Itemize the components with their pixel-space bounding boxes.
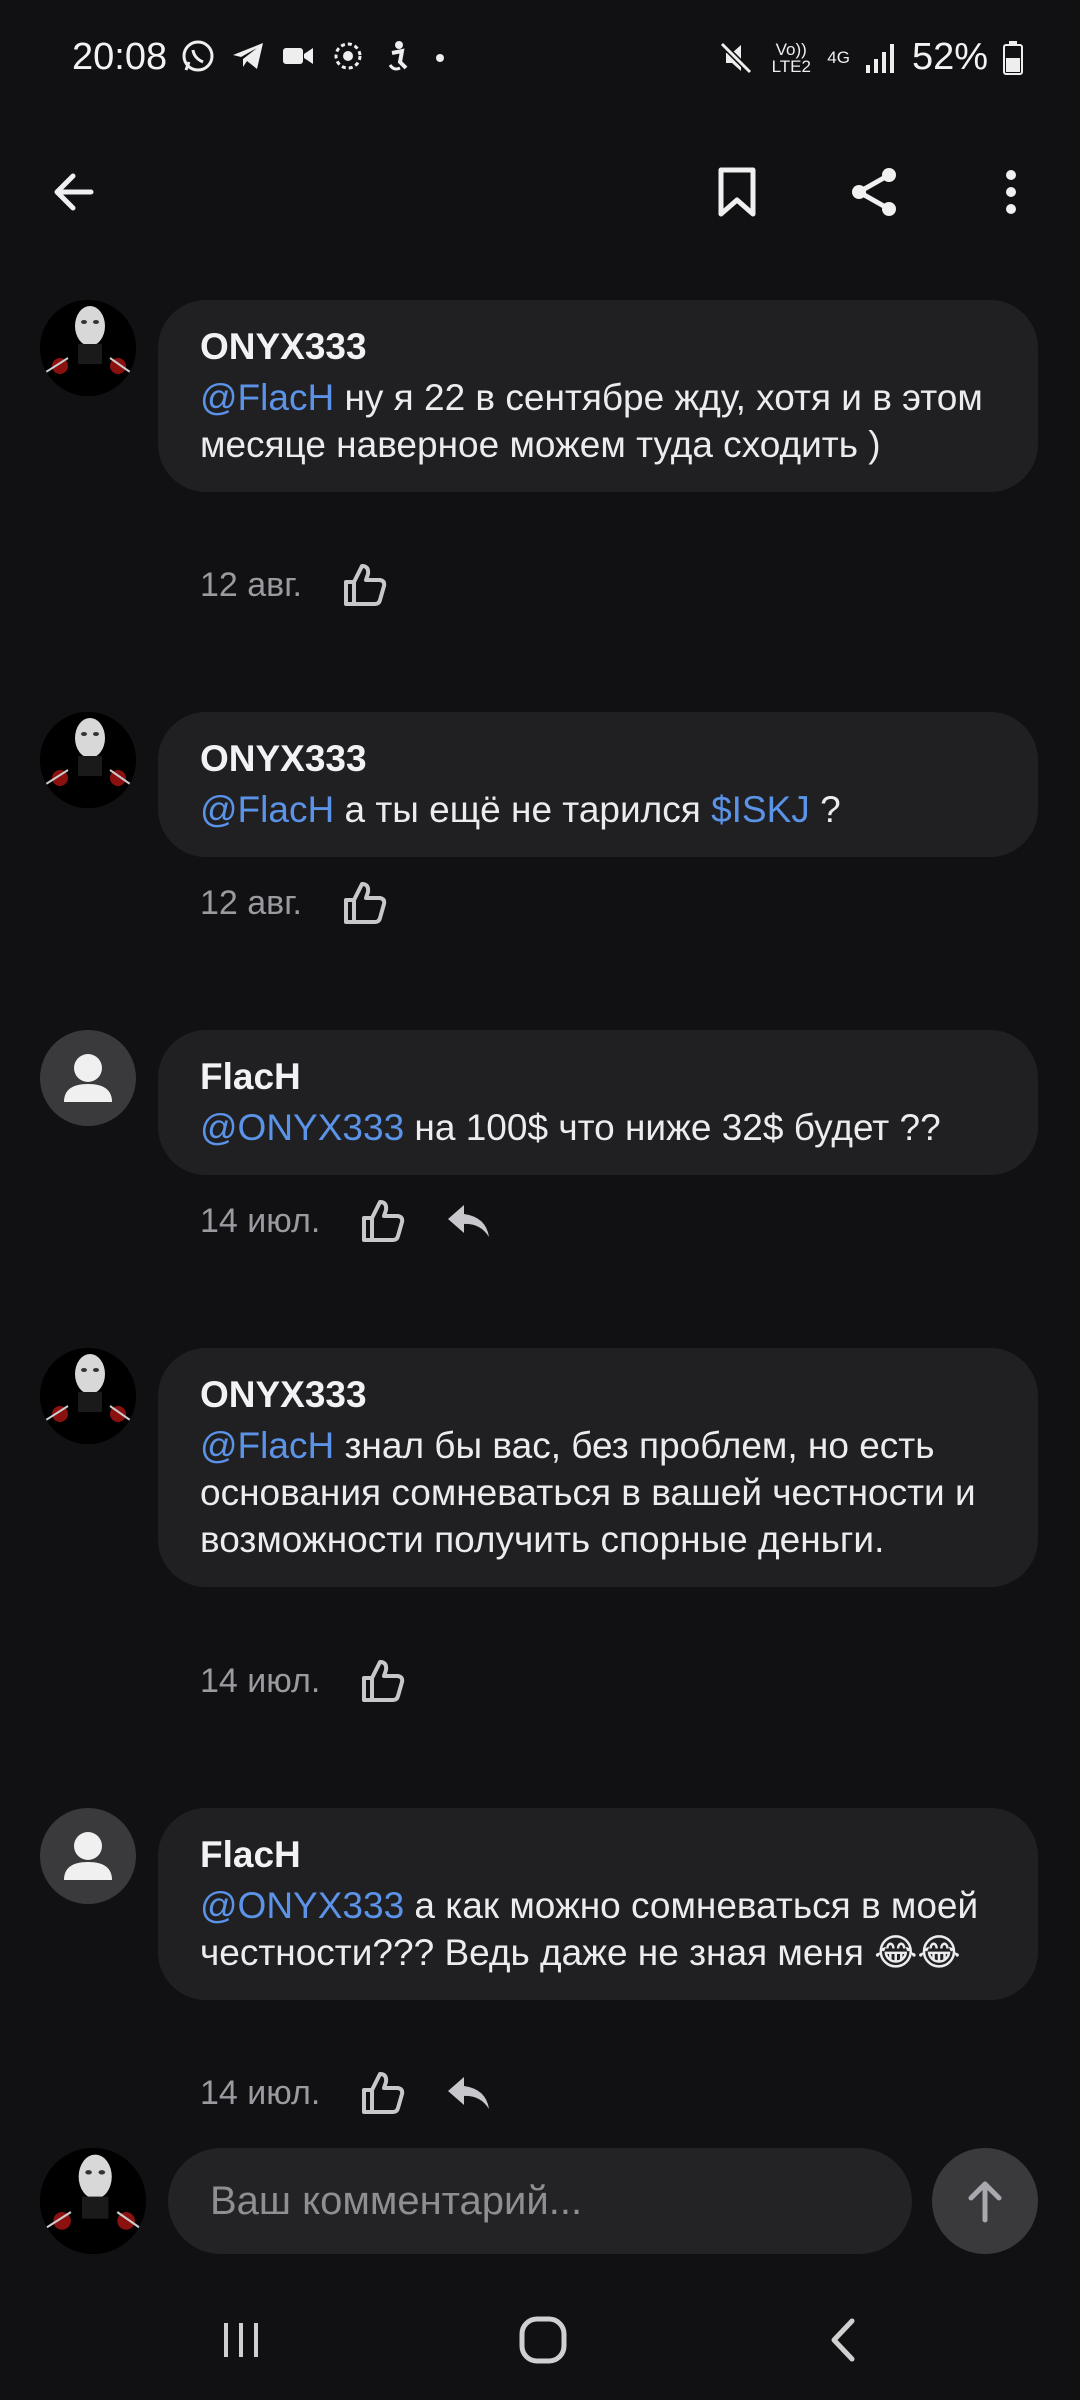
- comment-body: на 100$ что ниже 32$ будет ??: [404, 1107, 941, 1148]
- more-notifications-dot-icon: [436, 54, 444, 62]
- like-button[interactable]: [360, 1658, 406, 1704]
- network-type: 4G: [827, 48, 850, 67]
- chevron-left-icon: [831, 2318, 855, 2362]
- whatsapp-icon: [182, 40, 214, 72]
- comment-date: 14 июл.: [200, 2073, 321, 2112]
- comment-text: @FlacH ну я 22 в сентябре жду, хотя и в …: [200, 374, 996, 468]
- comment-bubble: FlacH @ONYX333 а как можно сомневаться в…: [158, 1808, 1038, 2000]
- like-button[interactable]: [360, 2070, 406, 2116]
- share-button[interactable]: [842, 160, 906, 224]
- avatar[interactable]: [40, 712, 136, 808]
- thumbs-up-icon: [343, 564, 387, 606]
- system-back-button[interactable]: [800, 2300, 890, 2380]
- home-button[interactable]: [498, 2300, 588, 2380]
- more-vertical-icon: [1006, 170, 1016, 214]
- reply-arrow-icon: [448, 2077, 490, 2109]
- thumbs-up-icon: [362, 1660, 405, 1702]
- bookmark-icon: [718, 167, 756, 217]
- comment-meta: 14 июл.: [200, 1658, 406, 1704]
- comment-body: а ты ещё не тарился: [334, 789, 712, 830]
- notification-icons: [180, 38, 450, 74]
- comment-text: @FlacH знал бы вас, без проблем, но есть…: [200, 1422, 996, 1563]
- comment-text: @FlacH а ты ещё не тарился $ISKJ ?: [200, 786, 996, 833]
- comment-body-end: ?: [809, 789, 841, 830]
- masked-figure-avatar-icon: [40, 2148, 146, 2254]
- accessibility-icon: [388, 41, 408, 71]
- user-mention-link[interactable]: @FlacH: [200, 377, 334, 418]
- avatar[interactable]: [40, 1030, 136, 1126]
- default-user-avatar-icon: [64, 1832, 112, 1880]
- reply-button[interactable]: [444, 1201, 492, 1241]
- status-bar: 20:08 Vo)) LTE2 4G 52%: [0, 0, 1080, 120]
- like-button[interactable]: [342, 880, 388, 926]
- recent-apps-icon: [224, 2323, 258, 2357]
- send-button[interactable]: [932, 2148, 1038, 2254]
- arrow-left-icon: [54, 173, 94, 211]
- home-icon: [519, 2316, 567, 2364]
- app-bar: [0, 120, 1080, 280]
- telegram-icon: [233, 43, 263, 69]
- avatar[interactable]: [40, 1348, 136, 1444]
- more-options-button[interactable]: [979, 160, 1043, 224]
- back-button[interactable]: [42, 160, 106, 224]
- ticker-link[interactable]: $ISKJ: [711, 789, 810, 830]
- masked-figure-avatar-icon: [40, 712, 136, 808]
- volte-indicator: Vo)) LTE2: [771, 39, 811, 76]
- arrow-up-icon: [968, 2181, 1002, 2223]
- signal-icon: [865, 43, 894, 73]
- share-icon: [852, 168, 896, 216]
- comment-meta: 14 июл.: [200, 2070, 492, 2116]
- video-icon: [283, 48, 313, 64]
- masked-figure-avatar-icon: [40, 1348, 136, 1444]
- user-mention-link[interactable]: @FlacH: [200, 789, 334, 830]
- thumbs-up-icon: [343, 882, 387, 924]
- thumbs-up-icon: [362, 2072, 405, 2114]
- comment-bubble: ONYX333 @FlacH знал бы вас, без проблем,…: [158, 1348, 1038, 1587]
- comment-date: 14 июл.: [200, 1201, 321, 1240]
- comment-author[interactable]: ONYX333: [200, 1374, 996, 1416]
- battery-percent: 52%: [911, 36, 988, 78]
- system-nav-bar: [0, 2280, 1080, 2400]
- default-user-avatar-icon: [64, 1054, 112, 1102]
- comment-date: 12 авг.: [200, 565, 302, 604]
- comment-input[interactable]: Ваш комментарий...: [168, 2148, 912, 2254]
- comment-bubble: ONYX333 @FlacH а ты ещё не тарился $ISKJ…: [158, 712, 1038, 857]
- comment-meta: 12 авг.: [200, 562, 388, 608]
- comment-date: 12 авг.: [200, 883, 302, 922]
- comment-author[interactable]: ONYX333: [200, 326, 996, 368]
- status-time: 20:08: [72, 36, 168, 78]
- recent-apps-button[interactable]: [196, 2300, 286, 2380]
- masked-figure-avatar-icon: [40, 300, 136, 396]
- avatar[interactable]: [40, 300, 136, 396]
- bookmark-button[interactable]: [705, 160, 769, 224]
- like-button[interactable]: [342, 562, 388, 608]
- user-mention-link[interactable]: @ONYX333: [200, 1885, 404, 1926]
- comment-date: 14 июл.: [200, 1661, 321, 1700]
- my-avatar: [40, 2148, 146, 2254]
- like-button[interactable]: [360, 1198, 406, 1244]
- comment-meta: 14 июл.: [200, 1198, 492, 1244]
- comment-meta: 12 авг.: [200, 880, 388, 926]
- reply-button[interactable]: [444, 2073, 492, 2113]
- comment-bubble: FlacH @ONYX333 на 100$ что ниже 32$ буде…: [158, 1030, 1038, 1175]
- comment-author[interactable]: FlacH: [200, 1056, 996, 1098]
- comment-text: @ONYX333 а как можно сомневаться в моей …: [200, 1882, 996, 1976]
- comment-author[interactable]: ONYX333: [200, 738, 996, 780]
- user-mention-link[interactable]: @ONYX333: [200, 1107, 404, 1148]
- settings-badge-icon: [334, 42, 362, 70]
- user-mention-link[interactable]: @FlacH: [200, 1425, 334, 1466]
- avatar[interactable]: [40, 1808, 136, 1904]
- battery-icon: [1003, 40, 1023, 75]
- comment-text: @ONYX333 на 100$ что ниже 32$ будет ??: [200, 1104, 996, 1151]
- reply-arrow-icon: [448, 1205, 490, 1237]
- comment-author[interactable]: FlacH: [200, 1834, 996, 1876]
- thumbs-up-icon: [362, 1200, 405, 1242]
- mute-icon: [720, 41, 753, 74]
- comment-composer: Ваш комментарий...: [0, 2130, 1080, 2270]
- comment-bubble: ONYX333 @FlacH ну я 22 в сентябре жду, х…: [158, 300, 1038, 492]
